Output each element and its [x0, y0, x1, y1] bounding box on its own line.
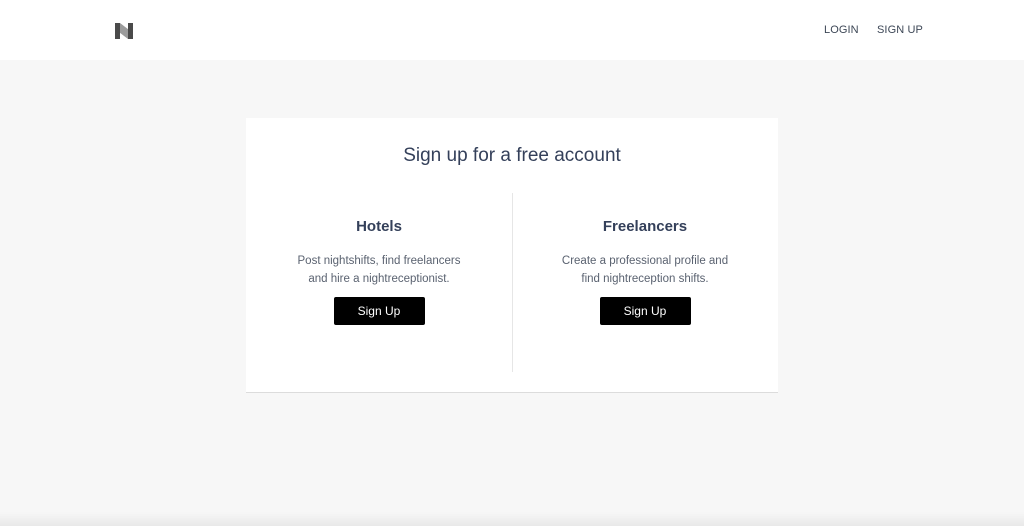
top-navbar: LOGIN SIGN UP [0, 0, 1024, 60]
signup-link[interactable]: SIGN UP [877, 23, 923, 37]
hotels-column: Hotels Post nightshifts, find freelancer… [246, 218, 512, 325]
login-link[interactable]: LOGIN [824, 23, 859, 37]
hotels-title: Hotels [356, 218, 402, 235]
page: LOGIN SIGN UP Sign up for a free account… [0, 0, 1024, 526]
hotels-signup-button[interactable]: Sign Up [333, 297, 425, 325]
freelancers-column: Freelancers Create a professional profil… [512, 218, 778, 325]
logo-icon[interactable] [114, 23, 134, 39]
page-title: Sign up for a free account [403, 145, 621, 166]
bottom-edge-shadow [0, 512, 1024, 526]
freelancers-description: Create a professional profile and find n… [561, 255, 729, 285]
freelancers-signup-button[interactable]: Sign Up [599, 297, 691, 325]
freelancers-title: Freelancers [602, 218, 688, 235]
hotels-description: Post nightshifts, find freelancers and h… [297, 255, 461, 285]
signup-card: Sign up for a free account Hotels Post n… [246, 118, 778, 393]
